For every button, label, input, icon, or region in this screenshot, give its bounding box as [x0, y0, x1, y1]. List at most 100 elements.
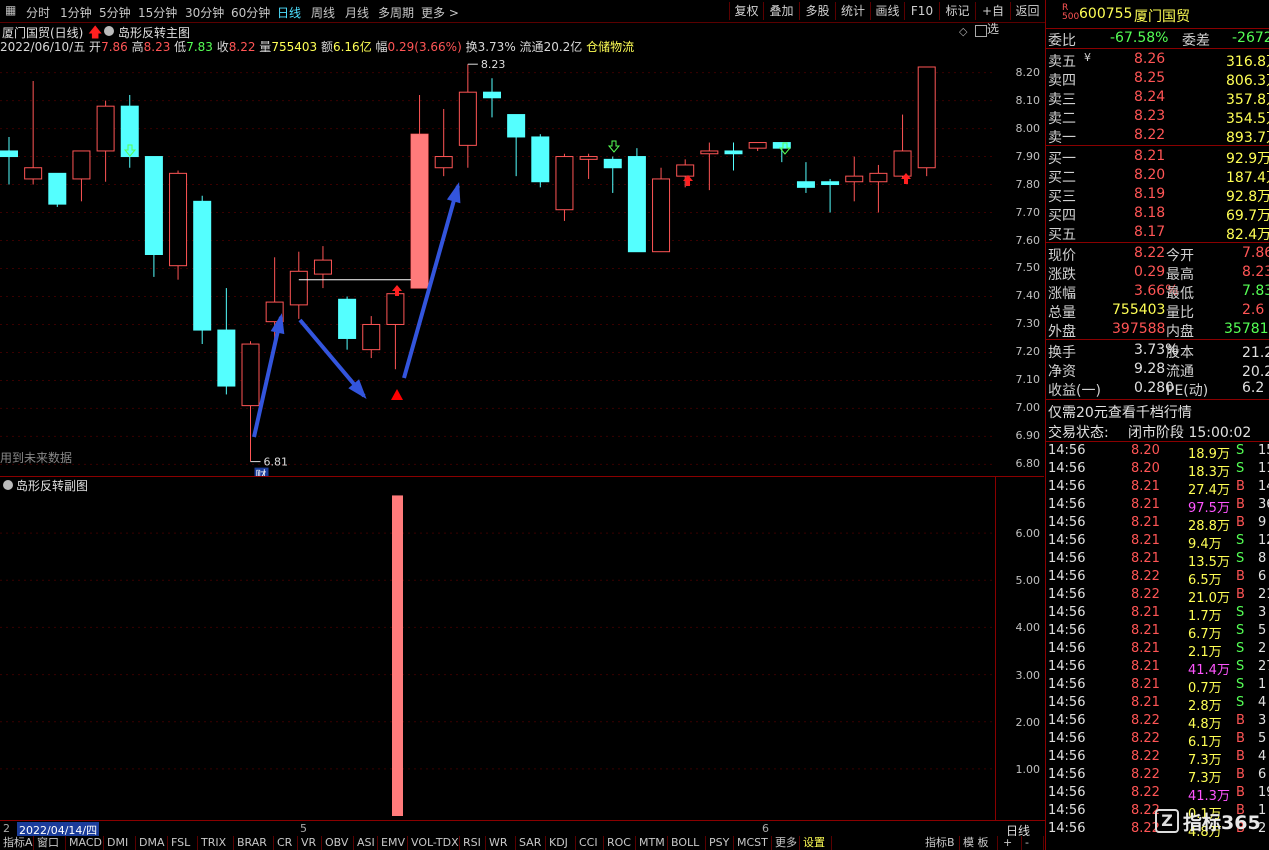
bid-price: 8.21: [1134, 148, 1166, 164]
period-9[interactable]: 多周期: [378, 4, 414, 21]
period-1[interactable]: 1分钟: [60, 4, 92, 21]
watermark-text: 指标365: [1183, 812, 1261, 834]
candle-body: [217, 329, 236, 387]
stat2-value-2: 20.2亿: [1242, 364, 1269, 380]
bid-volume: 187.4万: [1226, 170, 1269, 186]
tick-row: 14:568.2221.0万B21: [1046, 586, 1269, 606]
ask-row: 卖五 8.26 316.8万: [1046, 50, 1269, 70]
indicator-tab-1[interactable]: 窗口: [34, 836, 66, 850]
stat2-label-2: 股本: [1166, 345, 1194, 361]
candlestick-chart[interactable]: 8.23 6.81财: [0, 23, 996, 476]
promo-row[interactable]: 仅需20元查看千档行情: [1046, 401, 1269, 422]
period-7[interactable]: 周线: [311, 4, 335, 21]
tick-row: 14:56 8.22 7.3万 B 6: [1046, 766, 1269, 786]
candle-body: [579, 156, 598, 160]
tick-row: 14:568.2197.5万B36: [1046, 496, 1269, 516]
ask-volume: 316.8万: [1226, 54, 1269, 70]
panel-button-0[interactable]: 指标B: [922, 836, 960, 850]
indicator-tab-22[interactable]: PSY: [706, 836, 734, 850]
toolbar-button-1[interactable]: 叠加: [763, 2, 799, 20]
y-tick-label: 8.20: [1015, 65, 1041, 79]
tick-price: 8.21: [1131, 659, 1160, 674]
tick-price: 8.20: [1131, 443, 1160, 458]
toolbar-button-4[interactable]: 画线: [870, 2, 904, 20]
indicator-tab-25[interactable]: 设置: [800, 836, 832, 850]
toolbar-button-6[interactable]: 标记: [939, 2, 975, 20]
tick-row: 14:56 8.21 1.7万 S 3: [1046, 604, 1269, 624]
indicator-tab-19[interactable]: ROC: [604, 836, 636, 850]
grid-icon[interactable]: ▦: [5, 3, 16, 17]
tick-list[interactable]: 14:568.2018.9万S1514:568.2018.3万S1114:568…: [1046, 442, 1269, 850]
y-tick-label: 7.40: [1015, 289, 1041, 303]
stat2-label: 净资: [1048, 364, 1076, 380]
stat-label: 涨跌: [1048, 267, 1076, 283]
stat-label: 现价: [1048, 248, 1076, 264]
indicator-tab-11[interactable]: ASI: [354, 836, 378, 850]
indicator-tab-10[interactable]: OBV: [322, 836, 354, 850]
bid-label: 买四: [1048, 208, 1076, 224]
tick-count: 11: [1258, 461, 1269, 476]
toolbar-button-2[interactable]: 多股: [799, 2, 835, 20]
candle-body: [603, 158, 622, 169]
indicator-tab-24[interactable]: 更多: [772, 836, 800, 850]
tick-price: 8.21: [1131, 497, 1160, 512]
indicator-tab-12[interactable]: EMV: [378, 836, 408, 850]
bid-label: 买五: [1048, 227, 1076, 243]
indicator-tab-23[interactable]: MCST: [734, 836, 772, 850]
promo-text[interactable]: 仅需20元查看千档行情: [1048, 402, 1192, 422]
indicator-tab-15[interactable]: WR: [486, 836, 516, 850]
candle-body: [555, 156, 574, 211]
indicator-tab-14[interactable]: RSI: [460, 836, 486, 850]
indicator-tab-20[interactable]: MTM: [636, 836, 668, 850]
indicator-tab-7[interactable]: BRAR: [234, 836, 274, 850]
toolbar-button-7[interactable]: +自选: [975, 2, 1010, 36]
toolbar-button-0[interactable]: 复权: [729, 2, 763, 20]
period-2[interactable]: 5分钟: [99, 4, 131, 21]
toolbar-button-3[interactable]: 统计: [835, 2, 870, 20]
bid-label: 买二: [1048, 170, 1076, 186]
y-tick-label: 7.60: [1015, 233, 1041, 247]
toolbar-button-8[interactable]: 返回: [1010, 2, 1044, 20]
period-6[interactable]: 日线: [277, 4, 301, 21]
cai-label: 财: [256, 468, 267, 476]
indicator-tab-18[interactable]: CCI: [576, 836, 604, 850]
indicator-tab-9[interactable]: VR: [298, 836, 322, 850]
period-3[interactable]: 15分钟: [138, 4, 177, 21]
indicator-tab-4[interactable]: DMA: [136, 836, 168, 850]
y-tick-label: 8.10: [1015, 93, 1041, 107]
indicator-tab-17[interactable]: KDJ: [546, 836, 576, 850]
candle-body: [193, 200, 212, 331]
candle-body: [627, 156, 646, 253]
panel-button-3[interactable]: -: [1022, 836, 1044, 850]
toolbar-button-5[interactable]: F10: [904, 2, 939, 20]
candle: [338, 296, 357, 350]
panel-button-1[interactable]: 模 板: [960, 836, 998, 850]
indicator-tab-3[interactable]: DMI: [104, 836, 136, 850]
sub-chart: [0, 495, 995, 816]
period-4[interactable]: 30分钟: [185, 4, 224, 21]
period-8[interactable]: 月线: [345, 4, 369, 21]
candle: [386, 293, 405, 370]
period-0[interactable]: 分时: [26, 4, 50, 21]
indicator-tab-8[interactable]: CR: [274, 836, 298, 850]
candle: [579, 153, 598, 179]
date-tick-6: 6: [762, 822, 769, 835]
stat2-label-2: PE(动): [1166, 383, 1209, 399]
tick-count: 36: [1258, 497, 1269, 512]
indicator-tab-5[interactable]: FSL: [168, 836, 198, 850]
indicator-tab-16[interactable]: SAR: [516, 836, 546, 850]
r-badge: R 500: [1062, 3, 1080, 22]
candle: [893, 114, 912, 179]
indicator-tab-13[interactable]: VOL-TDX: [408, 836, 460, 850]
island-candle-body: [411, 134, 429, 289]
indicator-tab-6[interactable]: TRIX: [198, 836, 234, 850]
tick-row: 14:56 8.22 7.3万 B 4: [1046, 748, 1269, 768]
indicator-tab-2[interactable]: MACD: [66, 836, 104, 850]
period-10[interactable]: 更多 >: [421, 4, 459, 21]
candle-body: [821, 181, 840, 186]
indicator-tab-0[interactable]: 指标A: [0, 836, 34, 850]
panel-button-2[interactable]: +: [1000, 836, 1022, 850]
period-5[interactable]: 60分钟: [231, 4, 270, 21]
indicator-tab-21[interactable]: BOLL: [668, 836, 706, 850]
tick-price: 8.22: [1131, 767, 1160, 782]
